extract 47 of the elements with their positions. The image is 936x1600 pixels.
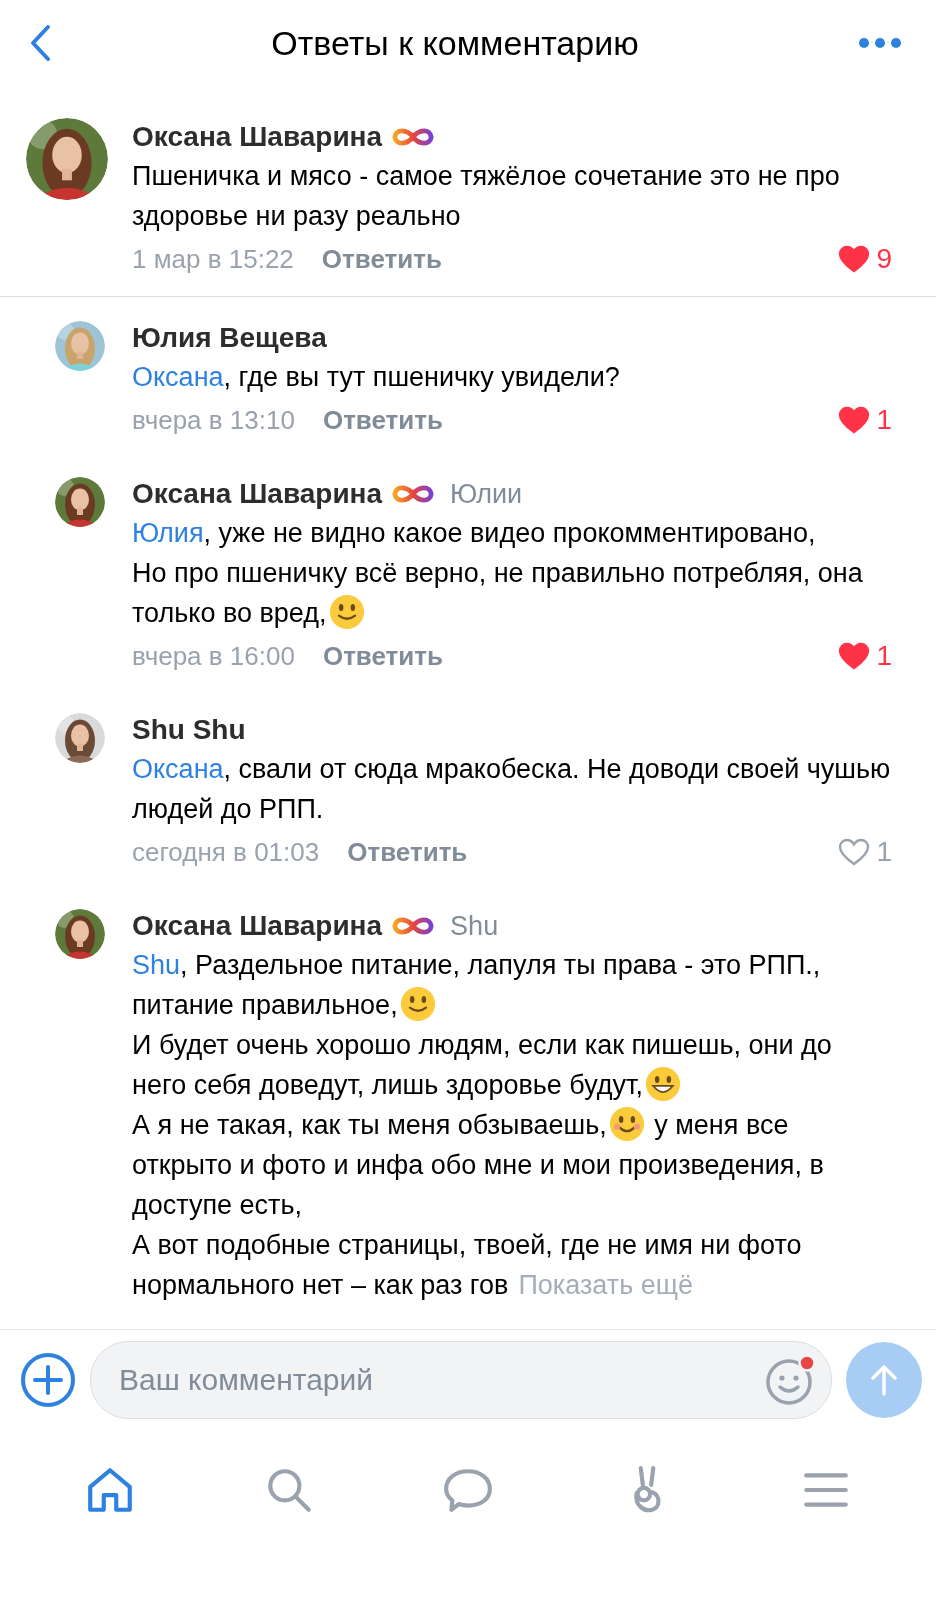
smiley-emoji-icon	[608, 1106, 645, 1142]
add-icon[interactable]	[20, 1352, 76, 1408]
smiley-emoji-icon	[644, 1066, 681, 1102]
heart-outline-icon	[838, 838, 871, 866]
comment-time: сегодня в 01:03	[132, 836, 320, 868]
comment-field[interactable]: Ваш комментарий	[90, 1341, 832, 1419]
comment-time: 1 мар в 15:22	[132, 243, 294, 275]
author-name[interactable]: Оксана Шаварина	[132, 121, 383, 153]
reply-button[interactable]: Ответить	[322, 640, 444, 672]
reply-button[interactable]: Ответить	[321, 243, 442, 275]
comment-text: Оксана, где вы тут пшеничку увидели?	[132, 361, 621, 394]
filled-heart-icon	[838, 406, 871, 434]
mention-link[interactable]: Shu	[132, 950, 181, 980]
author-name[interactable]: Оксана Шаварина	[132, 910, 383, 942]
comment-text: А я не такая, как ты меня обзываешь, у меня все открыто и фото и инфа обо мне и мои произведения, в доступе есть,	[132, 1105, 892, 1225]
more-icon[interactable]	[858, 37, 902, 49]
smiley-emoji-icon	[328, 594, 365, 630]
reply-button[interactable]: Ответить	[347, 836, 468, 868]
comment-text: Shu, Раздельное питание, лапуля ты права - это РПП., питание правильное,	[132, 949, 822, 1024]
like-button[interactable]: 1	[838, 836, 892, 868]
comment-text: Но про пшеничку всё верно, не правильно потребляя, она только во вред,	[132, 557, 864, 632]
page-title: Ответы к комментарию	[271, 23, 639, 63]
back-icon[interactable]	[28, 23, 52, 63]
comment-text: Пшеничка и мясо - самое тяжёлое сочетание это не про здоровье ни разу реально	[132, 160, 841, 233]
comment-time: вчера в 16:00	[132, 640, 295, 672]
filled-heart-icon	[838, 245, 871, 273]
show-more-link[interactable]: Показать ещё	[518, 1270, 693, 1300]
like-button[interactable]: 1	[838, 404, 892, 436]
mention-link[interactable]: Оксана	[132, 754, 224, 784]
reply-button[interactable]: Ответить	[322, 404, 444, 436]
mention-link[interactable]: Юлия	[132, 518, 204, 548]
comment-text: Юлия, уже не видно какое видео прокомментировано,	[132, 517, 817, 550]
reply-to-name[interactable]: Юлии	[450, 478, 523, 510]
author-name[interactable]: Юлия Вещева	[132, 322, 327, 354]
like-button[interactable]: 9	[838, 243, 892, 275]
emoji-icon[interactable]	[765, 1354, 817, 1406]
author-name[interactable]: Shu Shu	[132, 714, 246, 746]
arrow-up-icon	[869, 1363, 899, 1397]
comment-text: Оксана, свали от сюда мракобеска. Не доводи своей чушью людей до РПП.	[132, 753, 892, 826]
like-button[interactable]: 1	[838, 640, 892, 672]
filled-heart-icon	[838, 642, 871, 670]
comment-text: А вот подобные страницы, твоей, где не имя ни фото нормального нет – как раз гов Показать ещё	[132, 1229, 803, 1302]
smiley-emoji-icon	[399, 986, 436, 1022]
author-name[interactable]: Оксана Шаварина	[132, 478, 383, 510]
comment-time: вчера в 13:10	[132, 404, 295, 436]
reply-to-name[interactable]: Shu	[450, 910, 499, 942]
mention-link[interactable]: Оксана	[132, 362, 224, 392]
